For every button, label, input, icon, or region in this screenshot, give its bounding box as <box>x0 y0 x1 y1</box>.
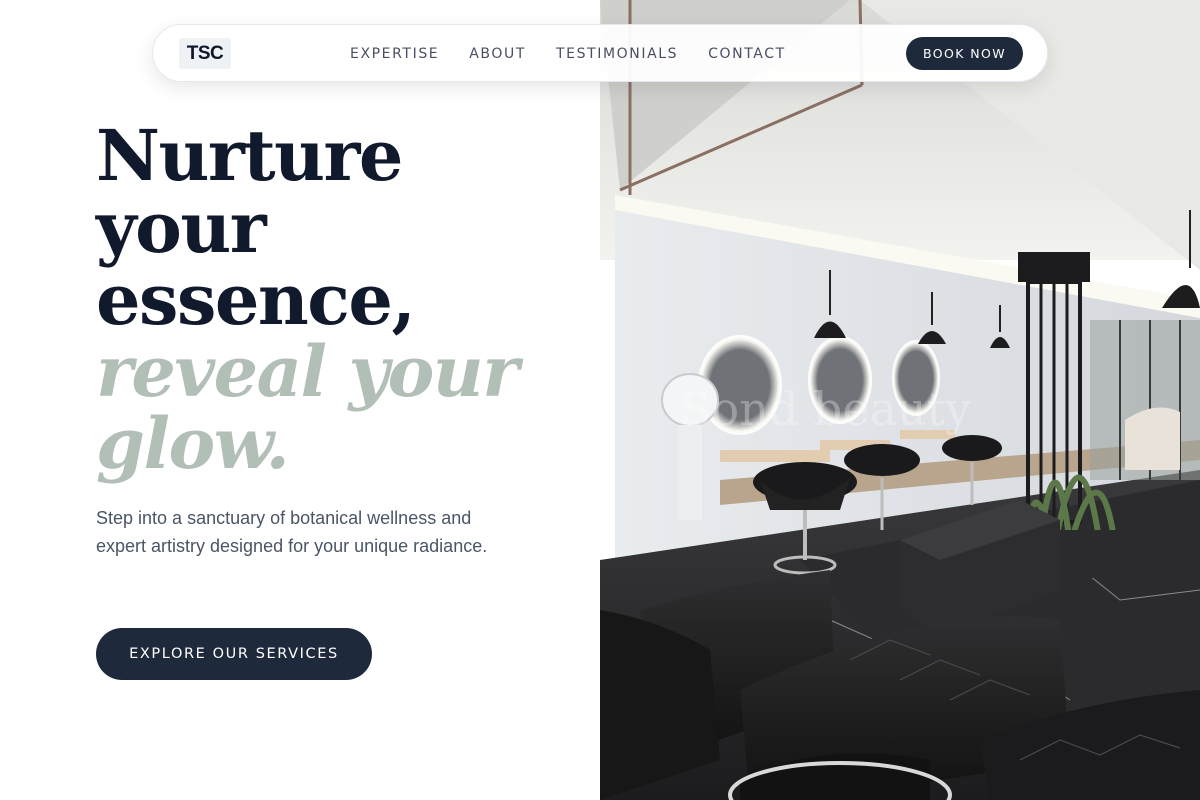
hero-headline: Nurture your essence, reveal your glow. <box>96 120 576 480</box>
headline-accent-line-2: glow. <box>96 402 290 485</box>
hero-subtitle: Step into a sanctuary of botanical welln… <box>96 508 488 556</box>
brand-logo[interactable]: TSC <box>179 38 231 69</box>
top-navigation: TSC EXPERTISE ABOUT TESTIMONIALS CONTACT… <box>152 24 1048 82</box>
headline-accent-line-1: reveal your <box>96 330 519 413</box>
salon-watermark: Sond beauty <box>680 382 971 436</box>
nav-link-testimonials[interactable]: TESTIMONIALS <box>556 46 678 62</box>
nav-link-expertise[interactable]: EXPERTISE <box>350 46 439 62</box>
headline-line-2: your <box>96 186 267 269</box>
hero-salon-image: Sond beauty <box>600 0 1200 800</box>
nav-link-about[interactable]: ABOUT <box>469 46 526 62</box>
book-now-button[interactable]: BOOK NOW <box>906 37 1023 70</box>
nav-link-contact[interactable]: CONTACT <box>708 46 786 62</box>
headline-line-1: Nurture <box>96 114 403 197</box>
explore-services-button[interactable]: EXPLORE OUR SERVICES <box>96 628 372 680</box>
headline-line-3: essence, <box>96 258 416 341</box>
nav-menu: EXPERTISE ABOUT TESTIMONIALS CONTACT <box>350 25 816 83</box>
